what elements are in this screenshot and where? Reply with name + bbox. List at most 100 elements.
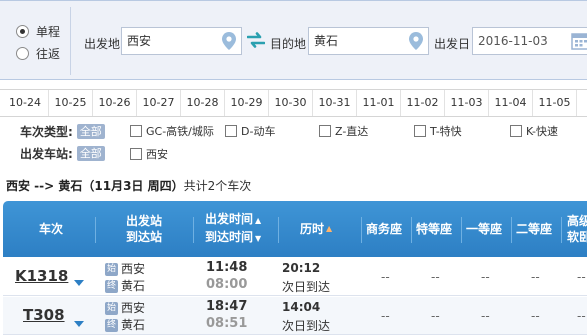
filter-option-d[interactable]: D-动车 bbox=[225, 123, 275, 139]
date-tab[interactable]: 10-27 bbox=[137, 90, 181, 116]
checkbox[interactable] bbox=[319, 125, 331, 137]
col-arrive-label: 到达时间 bbox=[205, 230, 254, 244]
date-tab[interactable]: 10-26 bbox=[93, 90, 137, 116]
date-tab[interactable]: 10-24 bbox=[0, 90, 49, 116]
date-label: 出发日 bbox=[434, 37, 471, 51]
col-special: 特等座 bbox=[416, 201, 452, 257]
origin-station-icon: 始 bbox=[105, 302, 118, 315]
checkbox[interactable] bbox=[414, 125, 426, 137]
station-all-button[interactable]: 全部 bbox=[76, 145, 105, 161]
filter-option-k[interactable]: K-快速 bbox=[510, 123, 558, 139]
col-high-label: 高级 bbox=[567, 214, 587, 228]
col-second: 二等座 bbox=[516, 201, 552, 257]
date-input[interactable]: 2016-11-03 bbox=[472, 27, 587, 55]
checkbox[interactable] bbox=[130, 148, 142, 160]
col-business: 商务座 bbox=[366, 201, 402, 257]
terminal-station-icon: 终 bbox=[105, 280, 118, 293]
station-filter: 出发车站: 全部 bbox=[20, 144, 105, 162]
divider bbox=[193, 217, 194, 243]
sort-depart-time[interactable]: 出发时间 ▲ bbox=[205, 211, 261, 229]
arrive-time: 08:51 bbox=[206, 316, 248, 331]
divider bbox=[95, 217, 96, 243]
filter-option-t[interactable]: T-特快 bbox=[414, 123, 462, 139]
duration: 20:12 bbox=[282, 261, 321, 275]
divider bbox=[278, 217, 279, 243]
sort-up-icon: ▲ bbox=[255, 216, 262, 225]
date-tab[interactable]: 11-02 bbox=[401, 90, 445, 116]
col-train-label: 车次 bbox=[39, 222, 64, 236]
second-class-seat: -- bbox=[531, 309, 540, 323]
expand-chevron-icon[interactable] bbox=[74, 280, 84, 286]
station-option[interactable]: 西安 bbox=[130, 146, 168, 162]
checkbox[interactable] bbox=[130, 125, 142, 137]
filter-option-label: D-动车 bbox=[241, 125, 276, 138]
from-input[interactable]: 西安 bbox=[121, 27, 242, 55]
search-panel: 单程 往返 出发地 西安 目的地 黄石 出发日 2016-11-03 bbox=[0, 0, 587, 80]
round-trip-label[interactable]: 往返 bbox=[36, 45, 60, 62]
single-trip-label[interactable]: 单程 bbox=[36, 23, 60, 40]
col-duration[interactable]: 历时 ▲ bbox=[300, 201, 332, 257]
col-time[interactable]: 出发时间 ▲ 到达时间 ▼ bbox=[205, 201, 261, 257]
from-station[interactable]: 始西安 bbox=[105, 299, 145, 316]
sort-arrive-time[interactable]: 到达时间 ▼ bbox=[205, 229, 261, 247]
checkbox[interactable] bbox=[225, 125, 237, 137]
filter-option-label: K-快速 bbox=[526, 125, 559, 138]
swap-icon[interactable] bbox=[247, 32, 265, 48]
train-type-filter: 车次类型: 全部 bbox=[20, 122, 105, 140]
col-station: 出发站 到达站 bbox=[126, 201, 162, 257]
trip-single-option[interactable]: 单程 bbox=[16, 20, 76, 42]
to-station[interactable]: 终黄石 bbox=[105, 316, 145, 333]
date-tab[interactable]: 10-29 bbox=[225, 90, 269, 116]
col-first-label: 一等座 bbox=[466, 222, 503, 236]
terminal-station-icon: 终 bbox=[105, 319, 118, 332]
station-option-label: 西安 bbox=[146, 148, 168, 161]
divider bbox=[411, 217, 412, 243]
first-class-seat: -- bbox=[481, 309, 490, 323]
to-station[interactable]: 终黄石 bbox=[105, 277, 145, 294]
train-row[interactable]: K1318 始西安 终黄石 11:48 08:00 20:12 次日到达 -- … bbox=[3, 258, 587, 296]
col-station-to-label: 到达站 bbox=[126, 230, 163, 244]
col-duration-label: 历时 bbox=[300, 222, 325, 236]
train-number-link[interactable]: T308 bbox=[23, 306, 65, 324]
trip-round-option[interactable]: 往返 bbox=[16, 42, 76, 64]
filter-option-z[interactable]: Z-直达 bbox=[319, 123, 368, 139]
train-row[interactable]: T308 始西安 终黄石 18:47 08:51 14:04 次日到达 -- -… bbox=[3, 297, 587, 335]
date-input-value: 2016-11-03 bbox=[478, 34, 548, 48]
date-tab[interactable]: 11-04 bbox=[489, 90, 533, 116]
checkbox[interactable] bbox=[510, 125, 522, 137]
arrival-note: 次日到达 bbox=[282, 280, 331, 294]
calendar-icon[interactable] bbox=[571, 31, 587, 51]
filter-option-label: T-特快 bbox=[430, 125, 462, 138]
date-tab[interactable]: 10-28 bbox=[181, 90, 225, 116]
date-tab[interactable]: 11-01 bbox=[357, 90, 401, 116]
route-summary: 西安 --> 黄石（11月3日 周四） bbox=[6, 179, 184, 193]
single-trip-radio[interactable] bbox=[16, 24, 29, 38]
train-number-link[interactable]: K1318 bbox=[15, 267, 68, 285]
date-tab[interactable]: 10-31 bbox=[313, 90, 357, 116]
date-tab[interactable]: 10-25 bbox=[49, 90, 93, 116]
location-pin-icon bbox=[222, 32, 236, 50]
to-label: 目的地 bbox=[270, 37, 307, 51]
origin-station-icon: 始 bbox=[105, 263, 118, 276]
divider bbox=[561, 217, 562, 243]
first-class-seat: -- bbox=[481, 270, 490, 284]
col-business-label: 商务座 bbox=[366, 222, 403, 236]
filter-panel: 车次类型: 全部 GC-高铁/城际 D-动车 Z-直达 T-特快 K-快速 出发… bbox=[0, 119, 587, 165]
train-type-all-button[interactable]: 全部 bbox=[76, 123, 105, 139]
date-strip: 10-24 10-25 10-26 10-27 10-28 10-29 10-3… bbox=[0, 89, 587, 117]
expand-chevron-icon[interactable] bbox=[74, 321, 84, 327]
result-table-header: 车次 出发站 到达站 出发时间 ▲ 到达时间 ▼ 历时 ▲ 商务座 特等座 一等座 二… bbox=[3, 201, 587, 257]
date-tab[interactable]: 11-05 bbox=[533, 90, 577, 116]
date-tab[interactable]: 11-03 bbox=[445, 90, 489, 116]
round-trip-radio[interactable] bbox=[16, 46, 29, 60]
filter-option-gc[interactable]: GC-高铁/城际 bbox=[130, 123, 214, 139]
special-seat: -- bbox=[431, 309, 440, 323]
col-second-label: 二等座 bbox=[516, 222, 553, 236]
divider bbox=[70, 7, 71, 75]
col-special-label: 特等座 bbox=[416, 222, 453, 236]
to-input[interactable]: 黄石 bbox=[308, 27, 429, 55]
from-station[interactable]: 始西安 bbox=[105, 260, 145, 277]
col-depart-label: 出发时间 bbox=[205, 212, 254, 226]
date-tab[interactable]: 10-30 bbox=[269, 90, 313, 116]
from-station-name: 西安 bbox=[121, 301, 146, 315]
